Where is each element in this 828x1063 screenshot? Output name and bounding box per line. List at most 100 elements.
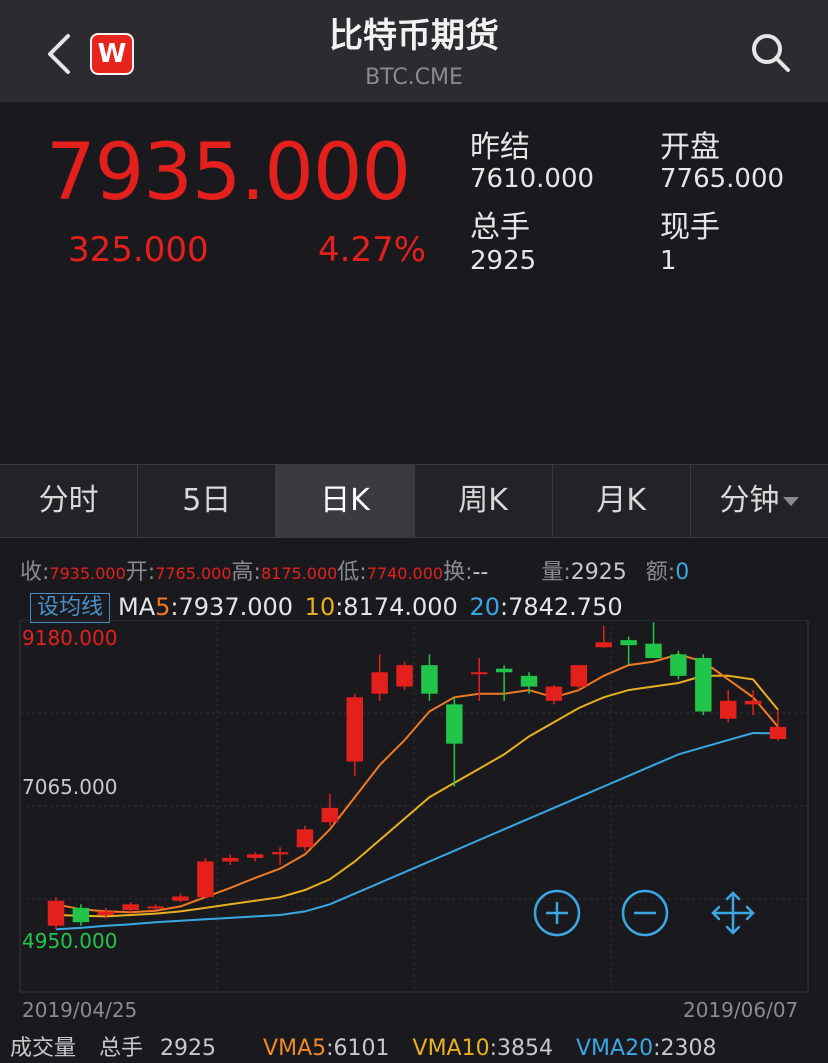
period-tabs: 分时 5日 日K 周K 月K 分钟 (0, 464, 828, 538)
chart-grid (19, 620, 809, 993)
low-value: 7740.000 (366, 564, 444, 583)
fullscreen-move-icon[interactable] (708, 888, 758, 938)
ma10-line (55, 674, 779, 918)
candle-body (744, 700, 762, 705)
candle-body (769, 726, 787, 740)
candle-body (670, 654, 687, 676)
ma-label: MA (118, 593, 156, 621)
stat-label-open: 开盘 (660, 130, 720, 165)
y-axis-mid-label: 7065.000 (22, 775, 117, 799)
candle (695, 654, 712, 716)
candle-body (147, 906, 164, 909)
total-volume-value: 2925 (160, 1036, 217, 1061)
candle (396, 661, 413, 691)
close-label: 收: (20, 560, 50, 585)
candle (446, 697, 463, 787)
vma10-label: VMA10 (412, 1036, 490, 1061)
candle-body (421, 665, 438, 694)
candle-body (371, 672, 388, 694)
price-change: 325.000 (68, 230, 209, 270)
candle (172, 893, 189, 903)
candle-body (197, 861, 214, 898)
app-header: W 比特币期货 BTC.CME (0, 0, 828, 102)
candle-body (222, 857, 239, 862)
candle (371, 654, 388, 701)
candle-body (645, 643, 662, 658)
candle-body (321, 807, 339, 823)
zoom-out-icon[interactable] (620, 888, 670, 938)
candle (147, 904, 164, 910)
y-axis-max-label: 9180.000 (22, 626, 117, 650)
stat-value-prev-settle: 7610.000 (470, 164, 595, 194)
ma20-value: :7842.750 (500, 593, 623, 621)
total-volume-label: 总手 (99, 1036, 144, 1061)
stat-value-current-volume: 1 (660, 246, 677, 276)
ma10-value: :8174.000 (335, 593, 458, 621)
volume-legend: 成交量 总手 2925 VMA5:6101 VMA10:3854 VMA20:2… (10, 1030, 716, 1062)
candle (570, 665, 588, 691)
tab-daily-k[interactable]: 日K (276, 465, 415, 537)
candle (495, 665, 513, 701)
amount-value: 0 (675, 560, 690, 585)
candle (47, 897, 65, 930)
tab-minute[interactable]: 分钟 (691, 465, 828, 537)
candlestick-chart[interactable]: 9180.000 7065.000 4950.000 2019/04/25 20… (0, 620, 828, 1063)
tab-minute-label: 分钟 (719, 483, 780, 518)
stat-label-prev-settle: 昨结 (470, 130, 530, 165)
vma5-value: :6101 (326, 1036, 390, 1061)
tab-intraday[interactable]: 分时 (0, 465, 139, 537)
ma5-line (55, 653, 779, 914)
current-price: 7935.000 (46, 128, 411, 218)
candle-body (595, 642, 612, 648)
candle-body (97, 911, 115, 916)
tab-monthly-k[interactable]: 月K (553, 465, 691, 537)
ma20-period: 20 (469, 593, 501, 621)
candle (645, 622, 662, 658)
candle (197, 857, 214, 899)
vma10-value: :3854 (489, 1036, 553, 1061)
candle-body (719, 700, 737, 719)
candle (271, 847, 289, 866)
candle-body (570, 665, 588, 687)
tab-weekly-k[interactable]: 周K (415, 465, 553, 537)
turnover-value: -- (472, 560, 489, 585)
high-label: 高: (231, 560, 261, 585)
candle-body (172, 896, 189, 901)
volume-value: 2925 (570, 560, 627, 585)
candle-body (296, 829, 314, 848)
candle (620, 636, 637, 666)
candle-body (446, 704, 463, 744)
candles (47, 622, 787, 930)
ma5-value: :7937.000 (170, 593, 294, 621)
search-icon[interactable] (748, 30, 792, 74)
set-ma-button[interactable]: 设均线 (30, 593, 111, 623)
high-value: 8175.000 (260, 564, 338, 583)
stat-label-total-volume: 总手 (470, 210, 530, 245)
open-label: 开: (125, 560, 156, 585)
y-axis-min-label: 4950.000 (22, 929, 117, 953)
candle (670, 650, 687, 680)
x-axis-end-label: 2019/06/07 (683, 998, 798, 1022)
candle (346, 693, 363, 776)
candle (719, 690, 737, 723)
ma-legend: 设均线 MA5:7937.000 10:8174.000 20:7842.750 (30, 593, 623, 623)
candle-body (271, 852, 289, 855)
candle-body (396, 665, 413, 687)
candle-body (495, 668, 513, 673)
candle-body (47, 900, 65, 926)
stat-label-current-volume: 现手 (660, 210, 720, 245)
x-axis-start-label: 2019/04/25 (22, 998, 137, 1022)
candle-body (72, 907, 90, 923)
candle (122, 902, 139, 913)
tab-5day[interactable]: 5日 (138, 465, 277, 537)
candle (769, 709, 787, 741)
candle (296, 825, 314, 851)
quote-panel: 7935.000 325.000 4.27% 昨结 7610.000 开盘 77… (0, 102, 828, 464)
page-subtitle: BTC.CME (365, 65, 463, 90)
stat-value-total-volume: 2925 (470, 246, 537, 276)
ma5-period: 5 (155, 593, 171, 621)
volume-section-label: 成交量 (10, 1036, 77, 1061)
candle-body (620, 640, 637, 646)
zoom-in-icon[interactable] (532, 888, 582, 938)
open-value: 7765.000 (155, 564, 232, 583)
